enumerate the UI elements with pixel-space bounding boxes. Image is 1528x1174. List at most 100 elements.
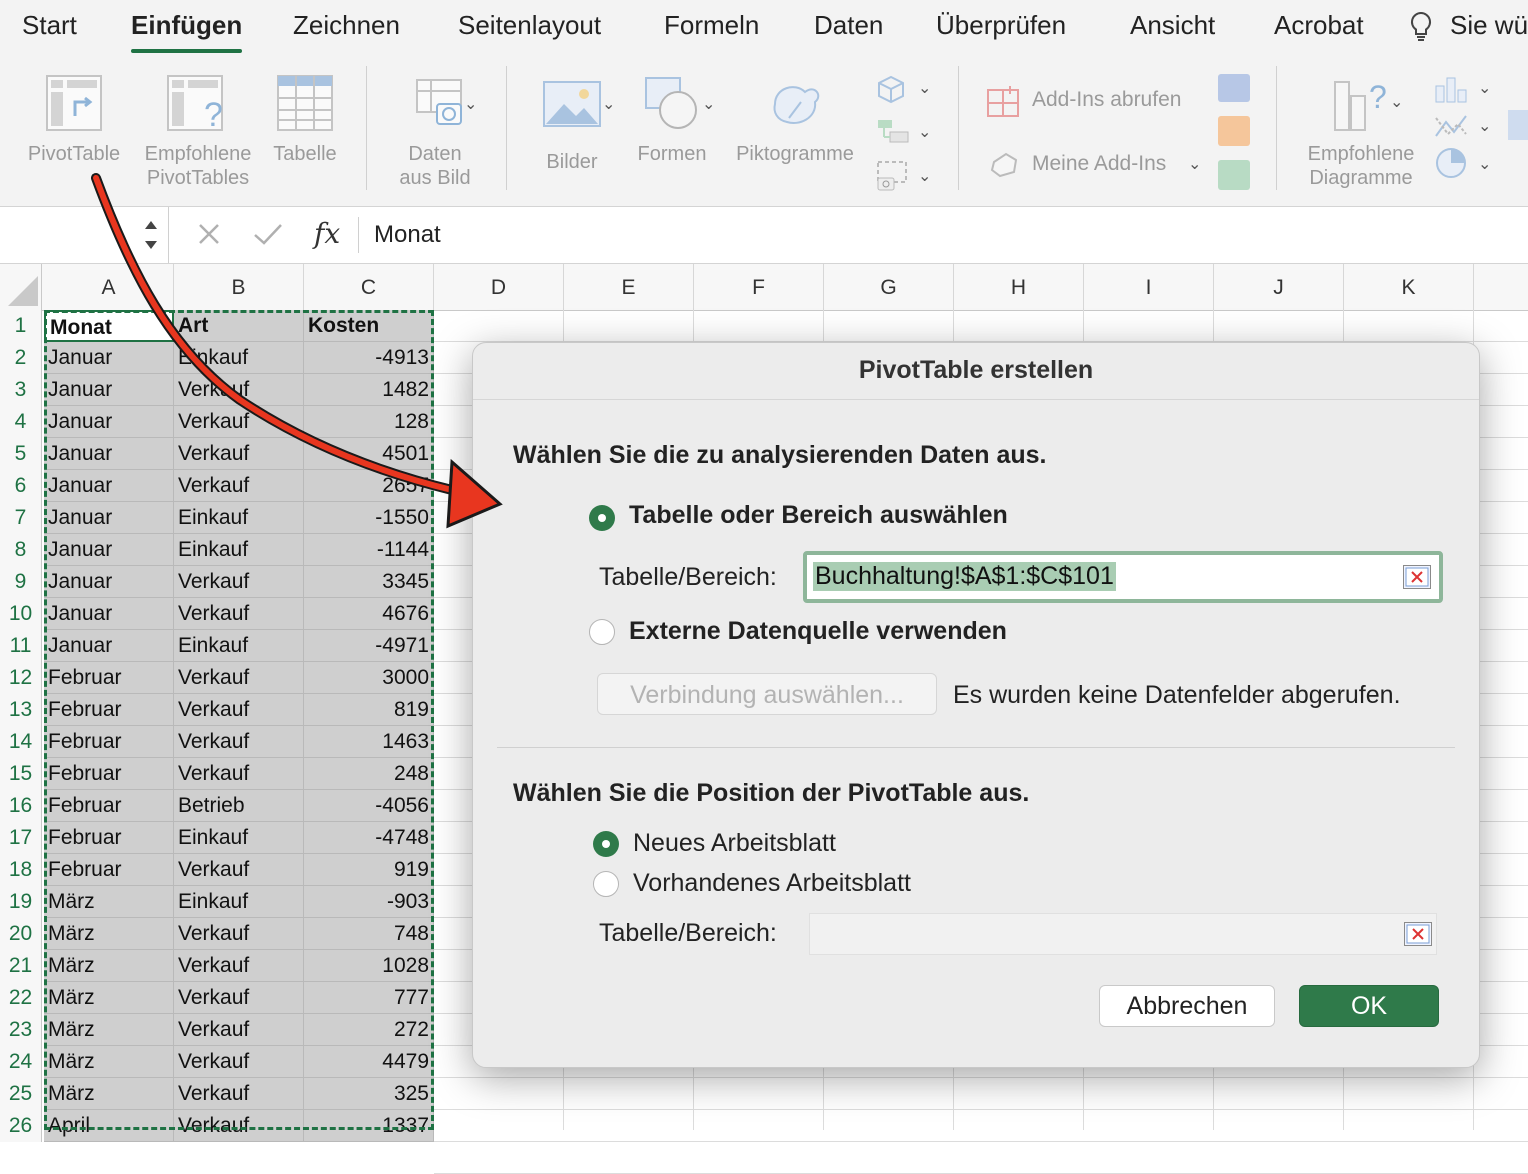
tab-ueberpruefen[interactable]: Überprüfen [936,10,1066,41]
chevron-down-icon[interactable]: ⌄ [1188,154,1201,174]
cell-b4[interactable]: Verkauf [174,406,304,438]
cell-a26[interactable]: April [44,1110,174,1142]
column-header-g[interactable]: G [824,264,954,310]
chevron-down-icon[interactable]: ⌄ [1478,154,1491,174]
cell-b14[interactable]: Verkauf [174,726,304,758]
row-header[interactable]: 20 [0,918,42,950]
formula-input[interactable]: Monat [374,221,441,249]
visio-icon[interactable] [1218,74,1250,102]
cell-a25[interactable]: März [44,1078,174,1110]
row-header[interactable]: 7 [0,502,42,534]
chevron-down-icon[interactable]: ⌄ [1478,78,1491,98]
radio-external-source-label[interactable]: Externe Datenquelle verwenden [629,617,1007,646]
tab-ansicht[interactable]: Ansicht [1130,10,1215,41]
stepper-icon[interactable] [142,215,160,255]
cell-b3[interactable]: Verkauf [174,374,304,406]
cell-b10[interactable]: Verkauf [174,598,304,630]
row-header[interactable]: 4 [0,406,42,438]
tab-formeln[interactable]: Formeln [664,10,759,41]
cell-b23[interactable]: Verkauf [174,1014,304,1046]
cell-c8[interactable]: -1144 [304,534,434,566]
chevron-down-icon[interactable]: ⌄ [1478,116,1491,136]
cell-c3[interactable]: 1482 [304,374,434,406]
cell-c4[interactable]: 128 [304,406,434,438]
tab-acrobat[interactable]: Acrobat [1274,10,1364,41]
row-header[interactable]: 3 [0,374,42,406]
recommended-pivottables-button[interactable]: ? Empfohlene PivotTables [136,74,260,190]
column-header-k[interactable]: K [1344,264,1474,310]
cell-b11[interactable]: Einkauf [174,630,304,662]
cell-c18[interactable]: 919 [304,854,434,886]
lightbulb-icon[interactable] [1408,10,1434,47]
cell-a22[interactable]: März [44,982,174,1014]
cell-a18[interactable]: Februar [44,854,174,886]
cell-a1[interactable]: Monat [44,310,174,342]
row-header[interactable]: 18 [0,854,42,886]
ok-button[interactable]: OK [1299,985,1439,1027]
cell-a4[interactable]: Januar [44,406,174,438]
cell-c5[interactable]: 4501 [304,438,434,470]
row-header[interactable]: 24 [0,1046,42,1078]
cell-b2[interactable]: Einkauf [174,342,304,374]
cell-c17[interactable]: -4748 [304,822,434,854]
chevron-down-icon[interactable]: ⌄ [918,122,931,142]
name-box[interactable] [0,207,169,263]
cell-c20[interactable]: 748 [304,918,434,950]
cell-b6[interactable]: Verkauf [174,470,304,502]
radio-new-sheet[interactable] [593,831,619,857]
cell-a5[interactable]: Januar [44,438,174,470]
cell-a7[interactable]: Januar [44,502,174,534]
chevron-down-icon[interactable]: ⌄ [602,94,615,114]
cell-b9[interactable]: Verkauf [174,566,304,598]
icons-button[interactable]: Piktogramme [728,74,862,166]
chevron-down-icon[interactable]: ⌄ [1390,92,1403,112]
chevron-down-icon[interactable]: ⌄ [464,94,477,114]
column-chart-icon[interactable] [1434,74,1468,109]
cell-c21[interactable]: 1028 [304,950,434,982]
close-icon[interactable] [196,219,222,254]
cell-c22[interactable]: 777 [304,982,434,1014]
column-header-d[interactable]: D [434,264,564,310]
tab-einfuegen[interactable]: Einfügen [131,10,243,53]
row-header[interactable]: 22 [0,982,42,1014]
row-header[interactable]: 15 [0,758,42,790]
cell-a15[interactable]: Februar [44,758,174,790]
tab-zeichnen[interactable]: Zeichnen [293,10,400,41]
row-header[interactable]: 6 [0,470,42,502]
recommended-charts-button[interactable]: ? Empfohlene Diagramme [1298,74,1424,190]
chevron-down-icon[interactable]: ⌄ [702,94,715,114]
cell-a24[interactable]: März [44,1046,174,1078]
cell-a16[interactable]: Februar [44,790,174,822]
my-addins-button[interactable]: Meine Add-Ins [1032,152,1166,176]
cell-a9[interactable]: Januar [44,566,174,598]
cell-c25[interactable]: 325 [304,1078,434,1110]
cell-b8[interactable]: Einkauf [174,534,304,566]
cell-c19[interactable]: -903 [304,886,434,918]
cell-b24[interactable]: Verkauf [174,1046,304,1078]
column-header-h[interactable]: H [954,264,1084,310]
row-header[interactable]: 17 [0,822,42,854]
cell-a12[interactable]: Februar [44,662,174,694]
row-header[interactable]: 12 [0,662,42,694]
table-button[interactable]: Tabelle [266,74,344,166]
cell-b1[interactable]: Art [174,310,304,342]
row-header[interactable]: 23 [0,1014,42,1046]
shapes-button[interactable]: Formen [630,74,714,166]
pie-chart-icon[interactable] [1434,146,1468,185]
screenshot-icon[interactable] [876,160,910,197]
cell-c24[interactable]: 4479 [304,1046,434,1078]
row-header[interactable]: 19 [0,886,42,918]
chevron-down-icon[interactable]: ⌄ [918,78,931,98]
cell-a8[interactable]: Januar [44,534,174,566]
row-header[interactable]: 26 [0,1110,42,1142]
row-header[interactable]: 2 [0,342,42,374]
checkmark-icon[interactable] [252,219,284,254]
cell-c10[interactable]: 4676 [304,598,434,630]
row-header[interactable]: 14 [0,726,42,758]
column-header-c[interactable]: C [304,264,434,310]
tab-start[interactable]: Start [22,10,77,41]
cell-b20[interactable]: Verkauf [174,918,304,950]
tab-seitenlayout[interactable]: Seitenlayout [458,10,601,41]
range-picker-icon[interactable] [1403,565,1431,589]
cell-c6[interactable]: 2657 [304,470,434,502]
